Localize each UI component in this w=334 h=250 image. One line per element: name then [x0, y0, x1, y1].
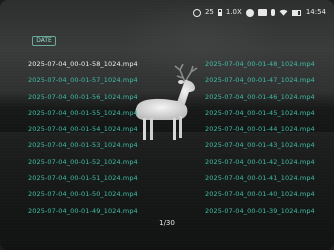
- file-item[interactable]: 2025-07-04_00-01-49_1024.mp4: [28, 203, 138, 219]
- gear-icon: [192, 8, 201, 17]
- file-item[interactable]: 2025-07-04_00-01-48_1024.mp4: [205, 56, 315, 72]
- wifi-icon: [279, 9, 288, 16]
- file-item[interactable]: 2025-07-04_00-01-52_1024.mp4: [28, 154, 138, 170]
- file-item[interactable]: 2025-07-04_00-01-53_1024.mp4: [28, 137, 138, 153]
- status-bar: 25 1.0X 14:54: [192, 8, 326, 17]
- file-item[interactable]: 2025-07-04_00-01-56_1024.mp4: [28, 89, 138, 105]
- mic-icon: [270, 9, 275, 16]
- file-item[interactable]: 2025-07-04_00-01-44_1024.mp4: [205, 121, 315, 137]
- file-item[interactable]: 2025-07-04_00-01-45_1024.mp4: [205, 105, 315, 121]
- file-list-left: 2025-07-04_00-01-58_1024.mp4 2025-07-04_0…: [28, 56, 138, 219]
- file-item-selected[interactable]: 2025-07-04_00-01-58_1024.mp4: [28, 56, 138, 72]
- file-item[interactable]: 2025-07-04_00-01-55_1024.mp4: [28, 105, 138, 121]
- thermal-gallery-screen: 25 1.0X 14:54 DATE 2025-07-04_00-01-58_1…: [0, 0, 334, 250]
- file-item[interactable]: 2025-07-04_00-01-50_1024.mp4: [28, 186, 138, 202]
- battery-level-text: 25: [204, 8, 214, 16]
- file-item[interactable]: 2025-07-04_00-01-42_1024.mp4: [205, 154, 315, 170]
- page-indicator: 1/30: [159, 219, 175, 227]
- file-item[interactable]: 2025-07-04_00-01-46_1024.mp4: [205, 89, 315, 105]
- file-item[interactable]: 2025-07-04_00-01-39_1024.mp4: [205, 203, 315, 219]
- folder-tag[interactable]: DATE: [32, 36, 56, 46]
- file-item[interactable]: 2025-07-04_00-01-41_1024.mp4: [205, 170, 315, 186]
- file-item[interactable]: 2025-07-04_00-01-51_1024.mp4: [28, 170, 138, 186]
- file-list-right: 2025-07-04_00-01-48_1024.mp4 2025-07-04_0…: [205, 56, 315, 219]
- file-item[interactable]: 2025-07-04_00-01-40_1024.mp4: [205, 186, 315, 202]
- zoom-level-text: 1.0X: [225, 8, 242, 16]
- battery-icon: [291, 9, 301, 16]
- file-item[interactable]: 2025-07-04_00-01-43_1024.mp4: [205, 137, 315, 153]
- clock: 14:54: [305, 8, 326, 16]
- camera-icon: [257, 9, 267, 16]
- file-item[interactable]: 2025-07-04_00-01-47_1024.mp4: [205, 72, 315, 88]
- file-item[interactable]: 2025-07-04_00-01-57_1024.mp4: [28, 72, 138, 88]
- record-icon: [245, 8, 254, 17]
- file-item[interactable]: 2025-07-04_00-01-54_1024.mp4: [28, 121, 138, 137]
- battery-small-icon: [217, 9, 222, 16]
